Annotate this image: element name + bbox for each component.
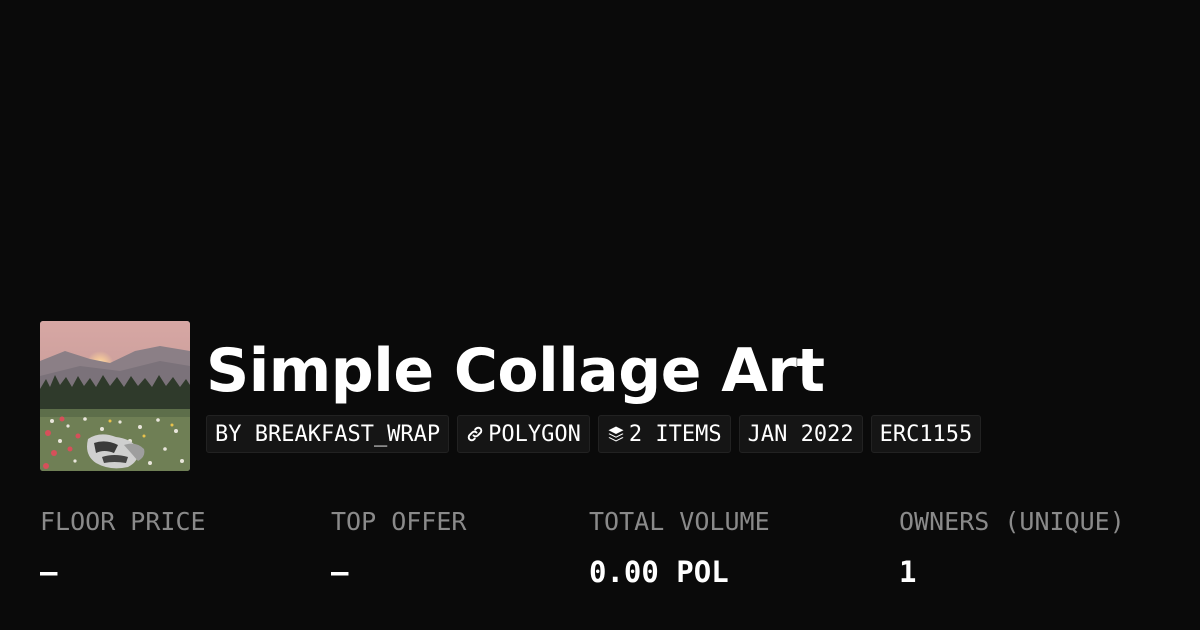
stat-value: – bbox=[331, 555, 349, 589]
items-tag[interactable]: 2 ITEMS bbox=[597, 415, 731, 453]
stat-label: OWNERS (UNIQUE) bbox=[899, 507, 1125, 536]
link-icon bbox=[466, 425, 484, 443]
standard-tag: ERC1155 bbox=[870, 415, 982, 453]
collage-image bbox=[40, 321, 190, 471]
stat-total-volume: TOTAL VOLUME 0.00 POL bbox=[589, 505, 770, 589]
items-label: 2 ITEMS bbox=[628, 421, 722, 447]
stat-label: TOP OFFER bbox=[331, 507, 467, 536]
collection-tags: BY BREAKFAST_WRAP POLYGON 2 ITEMS JAN 20… bbox=[206, 415, 982, 453]
stat-top-offer: TOP OFFER – bbox=[331, 505, 466, 589]
standard-label: ERC1155 bbox=[879, 421, 973, 447]
stat-label: FLOOR PRICE bbox=[40, 507, 206, 536]
chain-label: POLYGON bbox=[488, 421, 581, 447]
chain-tag[interactable]: POLYGON bbox=[457, 415, 590, 453]
date-label: JAN 2022 bbox=[747, 421, 854, 447]
layers-icon bbox=[607, 425, 625, 443]
stat-value: 1 bbox=[899, 555, 917, 589]
stat-value: 0.00 POL bbox=[589, 555, 729, 589]
collection-thumbnail[interactable] bbox=[40, 321, 190, 471]
stat-owners: OWNERS (UNIQUE) 1 bbox=[899, 505, 1125, 589]
creator-tag[interactable]: BY BREAKFAST_WRAP bbox=[206, 415, 450, 453]
collection-title: Simple Collage Art bbox=[206, 336, 825, 406]
collection-card: Simple Collage Art BY BREAKFAST_WRAP POL… bbox=[0, 0, 1200, 630]
stat-value: – bbox=[40, 555, 58, 589]
stat-floor-price: FLOOR PRICE – bbox=[40, 505, 206, 589]
creator-label: BY BREAKFAST_WRAP bbox=[215, 421, 441, 447]
date-tag: JAN 2022 bbox=[738, 415, 863, 453]
stat-label: TOTAL VOLUME bbox=[589, 507, 770, 536]
